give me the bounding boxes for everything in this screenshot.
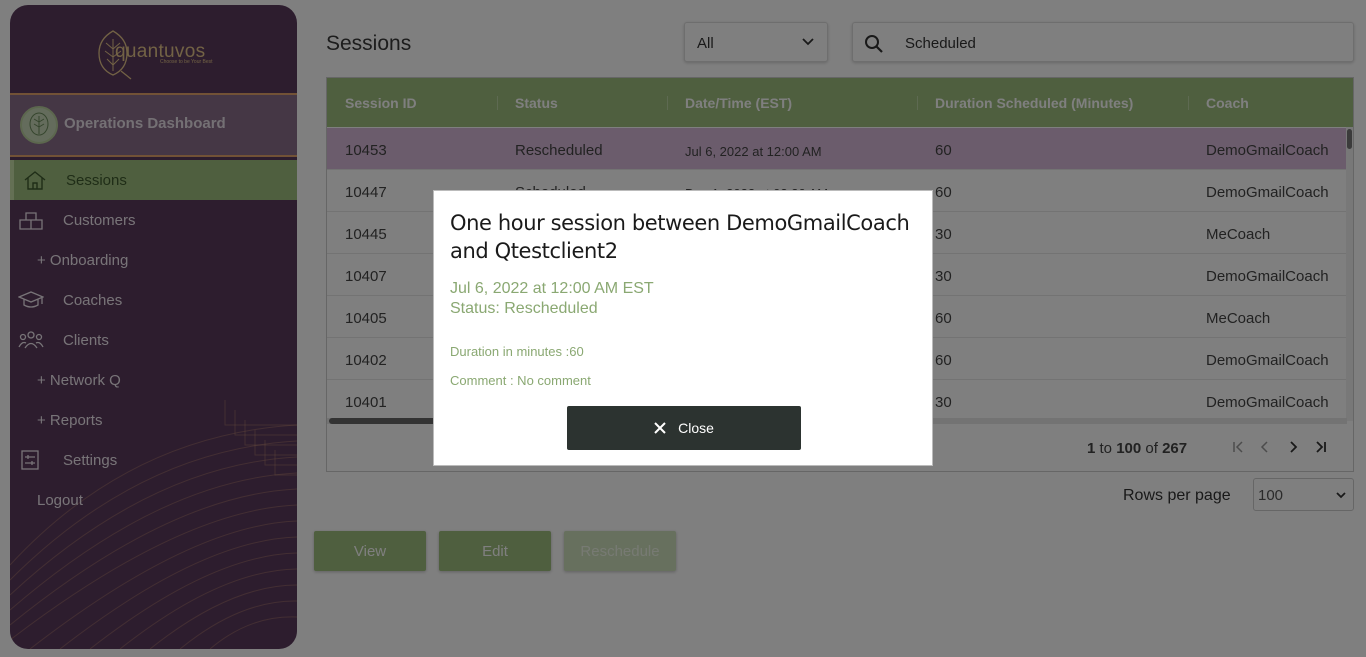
- close-icon: [654, 422, 666, 434]
- close-button[interactable]: Close: [567, 406, 801, 450]
- session-details-modal: One hour session between DemoGmailCoach …: [433, 190, 933, 466]
- modal-status: Status: Rescheduled: [450, 300, 598, 317]
- close-button-label: Close: [678, 420, 714, 436]
- modal-duration: Duration in minutes :60: [450, 344, 584, 359]
- modal-datetime: Jul 6, 2022 at 12:00 AM EST: [450, 280, 654, 297]
- modal-comment: Comment : No comment: [450, 373, 591, 388]
- modal-title: One hour session between DemoGmailCoach …: [450, 211, 910, 263]
